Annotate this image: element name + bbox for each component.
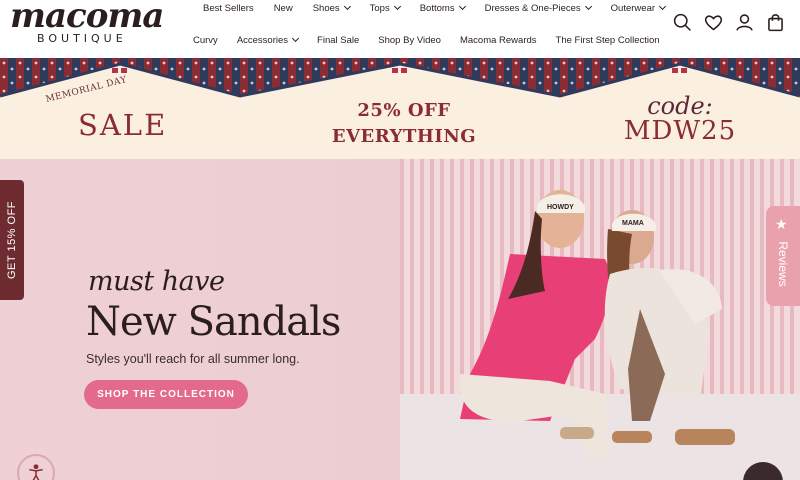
main-nav-row-1: Best Sellers New Shoes Tops Bottoms Dres… [203, 2, 685, 14]
heart-icon[interactable] [703, 12, 724, 33]
nav-label: Bottoms [419, 2, 455, 14]
nav-first-step-collection[interactable]: The First Step Collection [556, 35, 660, 46]
hero-banner: HOWDY MAMA must have New Sandals Styles … [0, 159, 800, 480]
chevron-down-icon [343, 2, 351, 11]
promo-banner[interactable]: MEMORIAL DAY SALE 25% OFF EVERYTHING cod… [0, 58, 800, 159]
logo-wordmark: macoma [10, 0, 164, 36]
hero-subline: Styles you'll reach for all summer long. [86, 352, 300, 366]
nav-label: Tops [369, 2, 390, 14]
nav-accessories[interactable]: Accessories [236, 34, 300, 46]
nav-label: Shop By Video [378, 34, 441, 46]
account-icon[interactable] [734, 12, 755, 33]
nav-label: Curvy [193, 34, 218, 46]
nav-label: Macoma Rewards [459, 34, 537, 46]
hero-eyebrow: must have [88, 266, 225, 297]
shop-collection-button[interactable]: SHOP THE COLLECTION [84, 380, 248, 409]
chevron-down-icon [393, 2, 401, 11]
promo-offer-line1: 25% OFF [357, 100, 451, 121]
get-discount-tab[interactable]: GET 15% OFF [0, 180, 24, 300]
nav-label: Dresses & One-Pieces [484, 2, 581, 14]
nav-final-sale[interactable]: Final Sale [317, 35, 359, 46]
hero-photo: HOWDY MAMA [400, 159, 800, 480]
nav-dresses[interactable]: Dresses & One-Pieces [484, 2, 592, 14]
nav-label: Shoes [312, 2, 340, 14]
get-discount-label: GET 15% OFF [6, 200, 18, 280]
nav-bottoms[interactable]: Bottoms [419, 2, 466, 14]
search-icon[interactable] [672, 12, 693, 33]
promo-code-value: MDW25 [623, 116, 737, 146]
nav-label: New [273, 2, 293, 14]
star-icon: ★ [775, 216, 788, 232]
reviews-tab[interactable]: ★ Reviews [766, 206, 800, 306]
main-nav-row-2: Curvy Accessories Final Sale Shop By Vid… [193, 34, 679, 46]
nav-label: Final Sale [317, 34, 360, 46]
site-header: macoma BOUTIQUE Best Sellers New Shoes T… [0, 0, 800, 58]
cap-text-1: HOWDY [547, 204, 574, 211]
nav-curvy[interactable]: Curvy [193, 35, 218, 46]
nav-best-sellers[interactable]: Best Sellers [203, 3, 254, 14]
chevron-down-icon [658, 2, 667, 11]
nav-macoma-rewards[interactable]: Macoma Rewards [460, 35, 537, 46]
nav-label: The First Step Collection [555, 34, 660, 46]
nav-label: Accessories [236, 34, 289, 46]
cap-text-2: MAMA [622, 220, 644, 227]
accessibility-icon [29, 464, 43, 480]
chevron-down-icon [584, 2, 592, 11]
reviews-tab-label: Reviews [776, 241, 790, 287]
hero-headline: New Sandals [86, 299, 341, 345]
nav-label: Outerwear [610, 2, 656, 14]
cart-icon[interactable] [765, 12, 786, 33]
promo-sale: SALE [78, 108, 168, 142]
nav-shop-by-video[interactable]: Shop By Video [378, 35, 441, 46]
logo[interactable]: macoma BOUTIQUE [10, 0, 175, 50]
chevron-down-icon [458, 2, 466, 11]
nav-shoes[interactable]: Shoes [312, 2, 351, 14]
promo-offer-line2: EVERYTHING [331, 126, 477, 147]
nav-outerwear[interactable]: Outerwear [610, 2, 667, 14]
logo-subtitle: BOUTIQUE [37, 32, 127, 45]
header-actions [672, 12, 786, 33]
nav-label: Best Sellers [203, 2, 254, 14]
nav-tops[interactable]: Tops [369, 2, 401, 14]
chevron-down-icon [291, 34, 300, 43]
nav-new[interactable]: New [274, 3, 293, 14]
